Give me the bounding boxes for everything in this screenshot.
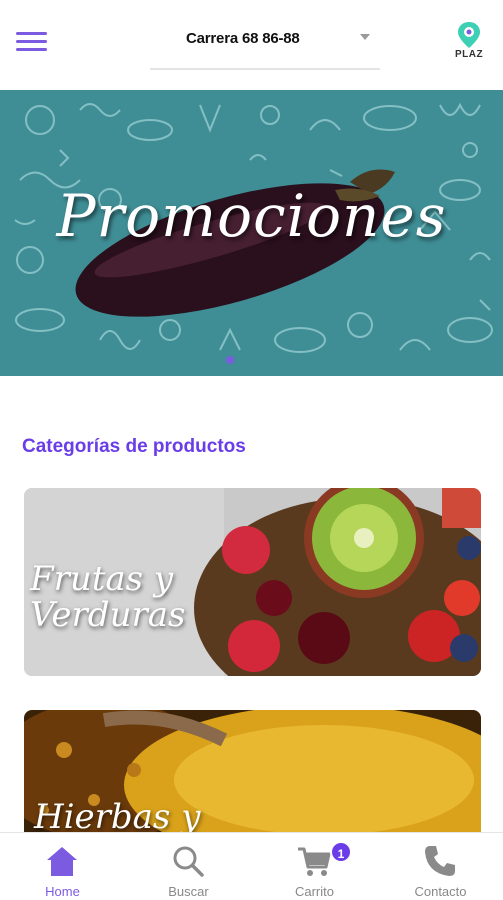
category-card-hierbas[interactable]: Hierbas y [24,710,481,840]
cart-badge: 1 [330,841,352,863]
bottom-navigation: Home Buscar 1 Carrito Contacto [0,832,503,900]
nav-contact[interactable]: Contacto [378,833,503,900]
address-text: Carrera 68 86-88 [186,30,300,47]
nav-home[interactable]: Home [0,833,125,900]
dropdown-arrow-icon [360,34,370,40]
carousel-indicator[interactable] [226,356,234,364]
categories-title: Categorías de productos [22,436,246,457]
nav-contact-label: Contacto [414,884,467,899]
promo-banner[interactable]: Promociones [0,90,503,376]
category-label-line1: Hierbas y [34,797,201,837]
address-selector[interactable]: Carrera 68 86-88 [150,24,380,70]
home-icon [47,847,77,876]
nav-cart-label: Carrito [294,884,334,899]
logo-text: PLAZ [454,49,484,60]
nav-home-label: Home [45,884,80,899]
nav-cart[interactable]: 1 Carrito [252,833,377,900]
phone-icon [425,846,455,876]
banner-title: Promociones [56,182,447,250]
category-label-line1: Frutas y [30,559,174,599]
menu-icon[interactable] [16,30,47,54]
search-icon [173,846,204,877]
category-label-line2: Verduras [30,594,186,635]
category-card-frutas-verduras[interactable]: Frutas y Verduras [24,488,481,676]
nav-search[interactable]: Buscar [126,833,251,900]
app-logo[interactable]: PLAZ [448,20,490,64]
nav-search-label: Buscar [168,884,209,899]
top-bar: Carrera 68 86-88 PLAZ [0,0,503,88]
category-label: Frutas y Verduras [30,559,186,635]
location-pin-icon [458,22,480,48]
cart-icon [298,847,331,876]
category-label: Hierbas y [34,797,201,837]
